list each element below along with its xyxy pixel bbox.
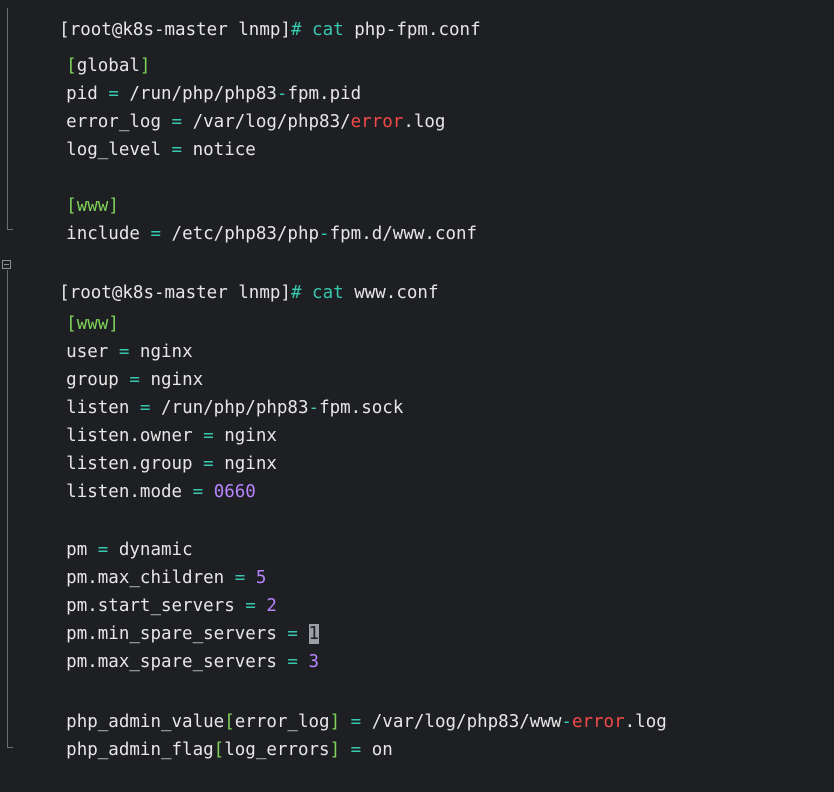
operator: =	[287, 652, 298, 672]
output-line: pm = dynamic	[24, 508, 192, 560]
config-key: pm.max_spare_servers	[66, 652, 288, 672]
prompt-line: [root@k8s-master lnmp]# cat www.conf	[17, 251, 438, 303]
output-line: pm.max_children = 5	[24, 536, 266, 588]
operator: =	[350, 740, 362, 760]
prompt-line: [root@k8s-master lnmp]# cat php-fpm.conf	[17, 0, 480, 40]
config-key: listen.mode	[66, 482, 193, 502]
fold-guide	[7, 8, 13, 230]
output-line: pid = /run/php/php83-fpm.pid	[24, 52, 361, 104]
output-line: pm.max_spare_servers = 3	[24, 620, 319, 672]
command-arg: www.conf	[354, 283, 439, 303]
output-line: user = nginx	[24, 310, 192, 362]
operator: =	[192, 482, 204, 502]
fold-guide	[7, 270, 13, 748]
config-value: .log	[624, 712, 667, 732]
operator: =	[150, 224, 161, 244]
operator: -	[308, 398, 320, 418]
config-value: notice	[182, 140, 256, 160]
command-name: cat	[312, 20, 344, 40]
output-line: php_admin_flag[log_errors] = on	[24, 708, 393, 760]
output-line: pm.start_servers = 2	[24, 564, 277, 616]
bracket: ]	[329, 740, 341, 760]
config-value: fpm.sock	[319, 398, 404, 418]
operator: -	[561, 712, 572, 732]
config-value: .log	[403, 112, 446, 132]
output-line: group = nginx	[24, 338, 203, 390]
config-value	[203, 482, 214, 502]
command-arg: php-fpm.conf	[354, 20, 481, 40]
config-value	[298, 652, 309, 672]
prompt-symbol: #	[290, 20, 302, 40]
output-line: listen.group = nginx	[24, 422, 277, 474]
output-line: include = /etc/php83/php-fpm.d/www.conf	[24, 192, 477, 244]
config-value: /etc/php83/php	[161, 224, 320, 244]
terminal-window[interactable]: [root@k8s-master lnmp]# cat php-fpm.conf…	[0, 0, 834, 760]
number-value: 0660	[213, 482, 256, 502]
output-line: listen.mode = 0660	[24, 450, 256, 502]
config-key: php_admin_flag	[66, 740, 214, 760]
config-key: log_level	[66, 140, 172, 160]
output-line: error_log = /var/log/php83/error.log	[24, 80, 445, 132]
output-line: php_admin_value[error_log] = /var/log/ph…	[24, 680, 667, 732]
config-subkey: log_errors	[224, 740, 330, 760]
config-key: include	[66, 224, 151, 244]
output-line: pm.min_spare_servers = 1	[24, 592, 320, 644]
output-line: [global]	[24, 24, 150, 76]
prompt-symbol: #	[290, 283, 302, 303]
operator: -	[319, 224, 330, 244]
command-name: cat	[312, 283, 344, 303]
config-value: on	[361, 740, 393, 760]
operator: =	[171, 140, 183, 160]
error-keyword: error	[350, 112, 404, 132]
output-line: listen = /run/php/php83-fpm.sock	[24, 366, 403, 418]
output-line: [www]	[24, 282, 119, 334]
output-line: log_level = notice	[24, 108, 256, 160]
config-value: fpm.d/www.conf	[329, 224, 478, 244]
number-value: 3	[308, 652, 320, 672]
output-line: [www]	[24, 164, 119, 216]
fold-toggle-icon[interactable]	[2, 260, 11, 269]
bracket: [	[213, 740, 225, 760]
error-keyword: error	[571, 712, 625, 732]
output-line: listen.owner = nginx	[24, 394, 277, 446]
